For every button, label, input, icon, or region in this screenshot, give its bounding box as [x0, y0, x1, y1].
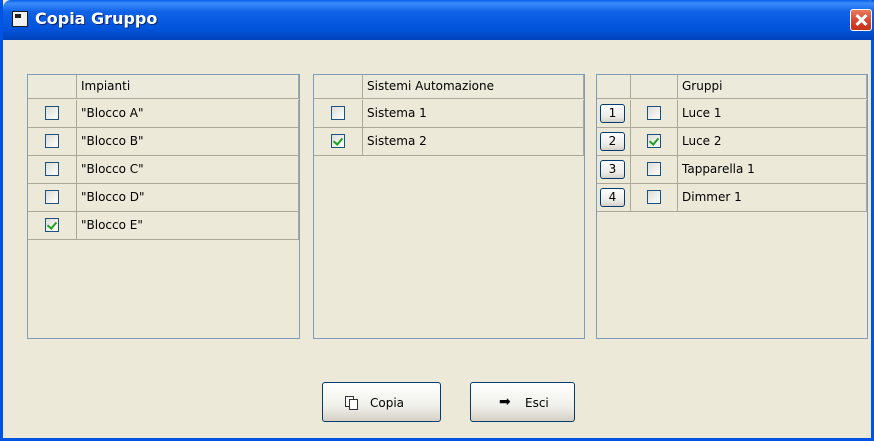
- gruppi-row[interactable]: 4 Dimmer 1: [597, 184, 867, 212]
- copy-icon: [345, 396, 358, 410]
- sistemi-checkbox-column-header: [314, 75, 363, 99]
- number-cell: 4: [597, 184, 631, 211]
- checkbox-cell: [631, 184, 678, 211]
- gruppi-row[interactable]: 1 Luce 1: [597, 100, 867, 128]
- group-number-button[interactable]: 2: [600, 132, 625, 151]
- checkbox-cell: [631, 156, 678, 183]
- checkbox-cell: [631, 128, 678, 155]
- copy-button[interactable]: Copia: [322, 382, 441, 422]
- impianti-label: "Blocco B": [77, 128, 299, 155]
- impianti-label: "Blocco E": [77, 212, 299, 239]
- copy-group-dialog: Copia Gruppo Impianti "Blocco A" "Blocco…: [0, 0, 874, 441]
- sistemi-table: Sistemi Automazione Sistema 1 Sistema 2: [313, 74, 585, 339]
- checkbox-cell: [28, 128, 77, 155]
- gruppi-number-column-header: [597, 75, 631, 99]
- impianti-row[interactable]: "Blocco C": [28, 156, 299, 184]
- impianti-row[interactable]: "Blocco D": [28, 184, 299, 212]
- sistemi-row[interactable]: Sistema 1: [314, 100, 584, 128]
- checkbox-cell: [28, 184, 77, 211]
- impianti-row[interactable]: "Blocco B": [28, 128, 299, 156]
- group-number-button[interactable]: 3: [600, 160, 625, 179]
- gruppi-checkbox[interactable]: [647, 106, 661, 120]
- impianti-row[interactable]: "Blocco A": [28, 100, 299, 128]
- checkbox-cell: [314, 100, 363, 127]
- gruppi-checkbox[interactable]: [647, 190, 661, 204]
- exit-button[interactable]: ➡ Esci: [470, 382, 575, 422]
- gruppi-checkbox-column-header: [631, 75, 678, 99]
- app-icon: [12, 11, 28, 27]
- checkbox-cell: [314, 128, 363, 155]
- impianti-label: "Blocco C": [77, 156, 299, 183]
- impianti-checkbox[interactable]: [45, 134, 59, 148]
- gruppi-row[interactable]: 2 Luce 2: [597, 128, 867, 156]
- checkbox-cell: [28, 100, 77, 127]
- arrow-right-icon: ➡: [499, 394, 511, 410]
- gruppi-label: Luce 2: [678, 128, 867, 155]
- impianti-row[interactable]: "Blocco E": [28, 212, 299, 240]
- sistemi-row[interactable]: Sistema 2: [314, 128, 584, 156]
- exit-button-label: Esci: [525, 396, 549, 410]
- window-title: Copia Gruppo: [35, 9, 158, 28]
- number-cell: 3: [597, 156, 631, 183]
- gruppi-checkbox[interactable]: [647, 134, 661, 148]
- impianti-checkbox[interactable]: [45, 162, 59, 176]
- checkbox-cell: [631, 100, 678, 127]
- sistemi-checkbox[interactable]: [331, 134, 345, 148]
- gruppi-checkbox[interactable]: [647, 162, 661, 176]
- gruppi-column-header: Gruppi: [678, 75, 867, 99]
- sistemi-column-header: Sistemi Automazione: [363, 75, 584, 99]
- gruppi-table: Gruppi 1 Luce 1 2 Luce 2 3 Tapparella 1 …: [596, 74, 868, 339]
- impianti-checkbox[interactable]: [45, 190, 59, 204]
- sistemi-checkbox[interactable]: [331, 106, 345, 120]
- number-cell: 2: [597, 128, 631, 155]
- impianti-checkbox[interactable]: [45, 106, 59, 120]
- group-number-button[interactable]: 1: [600, 104, 625, 123]
- impianti-column-header: Impianti: [77, 75, 299, 99]
- gruppi-label: Luce 1: [678, 100, 867, 127]
- impianti-checkbox[interactable]: [45, 218, 59, 232]
- group-number-button[interactable]: 4: [600, 188, 625, 207]
- gruppi-row[interactable]: 3 Tapparella 1: [597, 156, 867, 184]
- sistemi-label: Sistema 2: [363, 128, 584, 155]
- impianti-checkbox-column-header: [28, 75, 77, 99]
- gruppi-label: Dimmer 1: [678, 184, 867, 211]
- title-bar[interactable]: Copia Gruppo: [3, 0, 874, 40]
- copy-button-label: Copia: [370, 396, 405, 410]
- impianti-table: Impianti "Blocco A" "Blocco B" "Blocco C…: [27, 74, 300, 339]
- number-cell: 1: [597, 100, 631, 127]
- sistemi-label: Sistema 1: [363, 100, 584, 127]
- impianti-label: "Blocco A": [77, 100, 299, 127]
- checkbox-cell: [28, 212, 77, 239]
- close-button[interactable]: [850, 9, 872, 31]
- checkbox-cell: [28, 156, 77, 183]
- impianti-label: "Blocco D": [77, 184, 299, 211]
- gruppi-label: Tapparella 1: [678, 156, 867, 183]
